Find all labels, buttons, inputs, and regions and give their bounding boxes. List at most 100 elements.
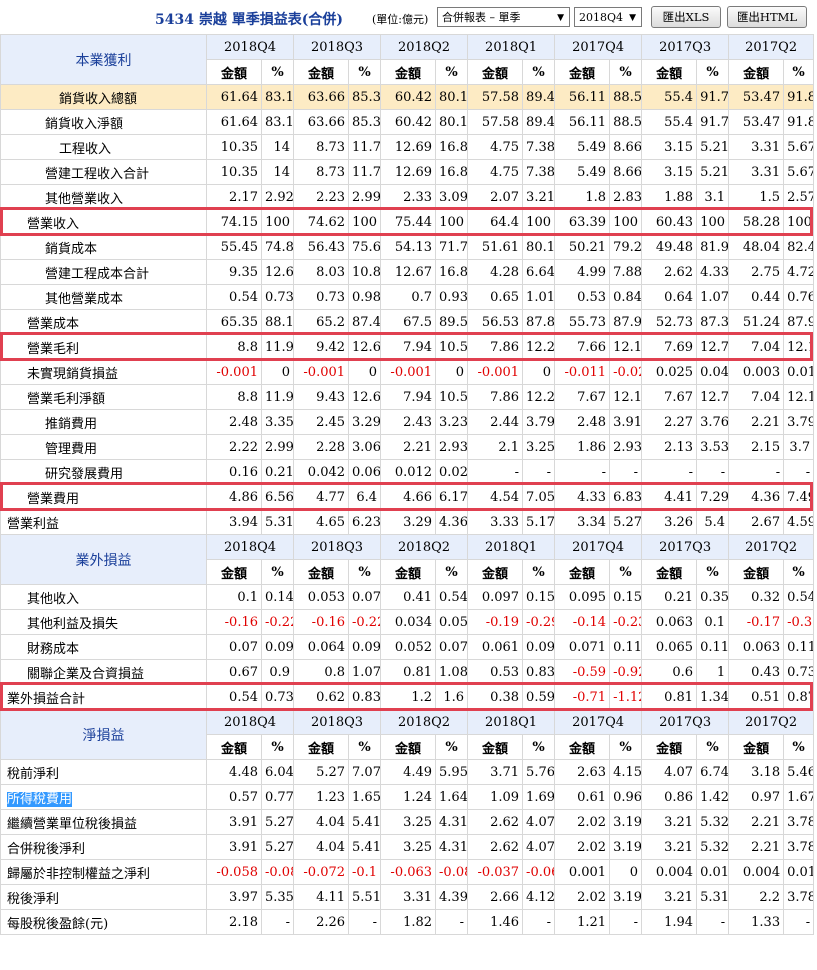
amount-header: 金額 <box>206 559 262 585</box>
table-row: 研究發展費用 0.16 0.21 0.042 0.06 0.012 0.02- - - - - - - - <box>0 459 815 485</box>
percent-cell: - <box>522 909 556 935</box>
percent-cell: 4.07 <box>522 809 556 835</box>
amount-cell: 4.65 <box>293 509 350 535</box>
percent-cell: - <box>783 459 815 485</box>
row-label-text: 營業費用 <box>27 491 80 507</box>
period-select[interactable]: 2018Q4 ▼ <box>574 7 642 27</box>
export-xls-button[interactable]: 匯出XLS <box>651 6 721 28</box>
amount-cell: 0.095 <box>554 584 611 610</box>
amount-cell: 2.18 <box>206 909 262 935</box>
percent-cell: 71.7 <box>435 234 469 260</box>
row-label-text: 營業收入 <box>27 216 80 232</box>
period-header: 2018Q4 <box>205 34 295 60</box>
amount-cell: 0.065 <box>641 634 698 660</box>
percent-cell: 87.3 <box>696 309 730 335</box>
amount-cell: 0.064 <box>293 634 350 660</box>
percent-header: % <box>348 59 382 85</box>
percent-header: % <box>522 734 556 760</box>
table-row: 推銷費用 2.48 3.35 2.45 3.29 2.43 3.23 2.44 3.79 2.48… <box>0 409 815 435</box>
amount-cell: 9.35 <box>206 259 262 285</box>
row-label-text: 營建工程成本合計 <box>45 266 150 282</box>
amount-header: 金額 <box>380 734 437 760</box>
percent-cell: 87.9 <box>783 309 815 335</box>
percent-cell: 0.9 <box>260 659 295 685</box>
percent-cell: 5.31 <box>260 509 295 535</box>
row-label-text: 管理費用 <box>45 441 98 457</box>
amount-cell: 0.57 <box>206 784 262 810</box>
percent-cell: 80.1 <box>435 84 469 110</box>
percent-cell: 12.6 <box>348 334 382 360</box>
percent-cell: 0.07 <box>435 634 469 660</box>
amount-cell: -0.17 <box>728 609 785 635</box>
amount-header: 金額 <box>728 559 785 585</box>
percent-cell: -0.92 <box>609 659 643 685</box>
percent-cell: 16.8 <box>435 159 469 185</box>
amount-cell: 0.64 <box>641 284 698 310</box>
percent-cell: 0.54 <box>783 584 815 610</box>
percent-header: % <box>348 734 382 760</box>
amount-cell: 0.97 <box>728 784 785 810</box>
row-label: 稅後淨利 <box>0 884 207 910</box>
amount-cell: 0.38 <box>467 684 524 710</box>
percent-cell: 0.21 <box>260 459 295 485</box>
percent-cell: 4.15 <box>609 759 643 785</box>
percent-cell: 2.99 <box>260 434 295 460</box>
unit-label: (單位:億元) <box>372 13 429 26</box>
amount-cell: 8.73 <box>293 134 350 160</box>
amount-cell: 0.052 <box>380 634 437 660</box>
amount-cell: 7.86 <box>467 334 524 360</box>
amount-cell: 0.21 <box>641 584 698 610</box>
percent-cell: 2.99 <box>348 184 382 210</box>
period-header: 2017Q2 <box>728 709 815 735</box>
row-label-text: 推銷費用 <box>45 416 98 432</box>
section-header: 業外損益 2018Q4 2018Q3 2018Q2 2018Q1 2017Q4 2017Q3… <box>0 534 815 585</box>
percent-cell: 1.08 <box>435 659 469 685</box>
income-statement-table: 本業獲利 2018Q4 2018Q3 2018Q2 2018Q1 2017Q4 2017Q3… <box>0 34 815 935</box>
percent-cell: 91.8 <box>783 84 815 110</box>
table-row: 其他營業成本 0.54 0.73 0.73 0.98 0.7 0.93 0.65 1.01 0.5… <box>0 284 815 310</box>
amount-cell: -0.037 <box>467 859 524 885</box>
amount-cell: 2.2 <box>728 884 785 910</box>
section-header: 本業獲利 2018Q4 2018Q3 2018Q2 2018Q1 2017Q4 2017Q3… <box>0 34 815 85</box>
percent-cell: -0.02 <box>609 359 643 385</box>
period-header: 2018Q1 <box>467 709 556 735</box>
amount-cell: 56.11 <box>554 109 611 135</box>
amount-header: 金額 <box>467 59 524 85</box>
amount-cell: 3.31 <box>728 134 785 160</box>
percent-header: % <box>260 559 295 585</box>
percent-cell: 1.69 <box>522 784 556 810</box>
amount-cell: 54.13 <box>380 234 437 260</box>
amount-cell: 4.33 <box>554 484 611 510</box>
amount-cell: 3.18 <box>728 759 785 785</box>
percent-cell: 5.27 <box>609 509 643 535</box>
amount-cell: 3.97 <box>206 884 262 910</box>
amount-cell: 48.04 <box>728 234 785 260</box>
export-html-button[interactable]: 匯出HTML <box>727 6 807 28</box>
percent-cell: 100 <box>435 209 469 235</box>
row-label-text: 其他收入 <box>27 591 80 607</box>
percent-cell: - <box>783 909 815 935</box>
row-label-text: 研究發展費用 <box>45 466 124 482</box>
table-row: 營建工程收入合計 10.35 14 8.73 11.7 12.69 16.8 4.75 7.38… <box>0 159 815 185</box>
amount-cell: 4.66 <box>380 484 437 510</box>
amount-cell: 0.004 <box>641 859 698 885</box>
row-label-text: 營業毛利 <box>27 341 80 357</box>
table-row: 工程收入 10.35 14 8.73 11.7 12.69 16.8 4.75 7.38 5.49… <box>0 134 815 160</box>
amount-cell: 0.063 <box>641 609 698 635</box>
percent-cell: 0.54 <box>435 584 469 610</box>
row-label-text: 銷貨成本 <box>45 241 98 257</box>
amount-cell: 2.27 <box>641 409 698 435</box>
percent-cell: 85.3 <box>348 109 382 135</box>
amount-cell: 0.003 <box>728 359 785 385</box>
amount-cell: 2.07 <box>467 184 524 210</box>
amount-cell: 1.23 <box>293 784 350 810</box>
percent-cell: 16.8 <box>435 134 469 160</box>
percent-cell: 2.57 <box>783 184 815 210</box>
percent-cell: 6.74 <box>696 759 730 785</box>
percent-header: % <box>783 59 815 85</box>
percent-cell: 89.4 <box>522 84 556 110</box>
amount-cell: 3.15 <box>641 134 698 160</box>
row-label-text: 所得稅費用 <box>7 791 73 807</box>
row-label-text: 工程收入 <box>59 141 112 157</box>
report-type-select[interactable]: 合併報表 – 單季 ▼ <box>437 7 570 27</box>
